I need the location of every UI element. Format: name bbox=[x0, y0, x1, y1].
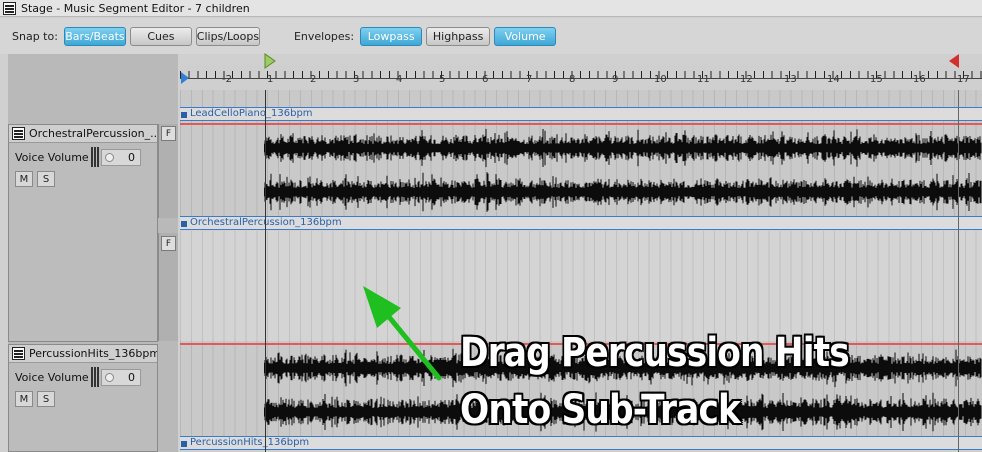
voice-volume-field[interactable]: 0 bbox=[101, 368, 141, 386]
snap-cues-button[interactable]: Cues bbox=[129, 26, 192, 46]
window-titlebar: Stage - Music Segment Editor - 7 childre… bbox=[0, 0, 982, 17]
snap-bars-beats-button[interactable]: Bars/Beats bbox=[63, 26, 126, 46]
loop-end-flag-icon[interactable] bbox=[949, 54, 959, 68]
arrow-shaft bbox=[382, 309, 442, 381]
voice-volume-label: Voice Volume bbox=[15, 370, 89, 384]
waveform-orchestral-percussion bbox=[264, 128, 982, 212]
track-name[interactable]: PercussionHits_136bpm bbox=[29, 347, 157, 360]
volume-knob-icon[interactable] bbox=[105, 152, 114, 162]
track-name[interactable]: OrchestralPercussion_... bbox=[29, 127, 157, 140]
volume-knob-icon[interactable] bbox=[105, 372, 114, 382]
volume-grip-icon[interactable] bbox=[91, 147, 99, 167]
annotation-arrow-icon bbox=[363, 286, 442, 381]
loop-start-line bbox=[265, 90, 266, 452]
voice-volume-value: 0 bbox=[128, 150, 135, 164]
voice-volume-field[interactable]: 0 bbox=[101, 148, 141, 166]
ruler-markers bbox=[181, 53, 959, 84]
app-icon bbox=[3, 1, 16, 15]
voice-volume-value: 0 bbox=[128, 370, 135, 384]
lane-subtrack-empty[interactable] bbox=[180, 231, 982, 341]
solo-button[interactable]: S bbox=[37, 171, 55, 187]
region-handle-icon[interactable] bbox=[181, 112, 187, 118]
solo-button[interactable]: S bbox=[37, 391, 55, 407]
subtrack-filter-button[interactable]: F bbox=[161, 236, 176, 251]
window-title: Stage - Music Segment Editor - 7 childre… bbox=[21, 1, 250, 15]
start-marker-icon[interactable] bbox=[181, 72, 189, 84]
track-filter-button[interactable]: F bbox=[161, 126, 176, 141]
envelope-lowpass-button[interactable]: Lowpass bbox=[360, 26, 423, 46]
annotation-line-1: Drag Percussion Hits bbox=[460, 330, 850, 376]
waveform-channel bbox=[264, 128, 982, 168]
track-icon bbox=[12, 347, 25, 360]
annotation-line-2: Onto Sub-Track bbox=[460, 387, 741, 433]
volume-grip-icon[interactable] bbox=[91, 367, 99, 387]
envelopes-label: Envelopes: bbox=[293, 29, 355, 43]
voice-volume-row: Voice Volume 0 bbox=[15, 367, 141, 387]
region-label: LeadCelloPiano_136bpm bbox=[190, 108, 313, 119]
snap-label: Snap to: bbox=[12, 29, 58, 43]
track-icon bbox=[12, 127, 25, 140]
envelope-highpass-button[interactable]: Highpass bbox=[426, 26, 491, 46]
voice-volume-label: Voice Volume bbox=[15, 150, 89, 164]
region-lead-cello[interactable]: LeadCelloPiano_136bpm bbox=[180, 107, 982, 121]
region-handle-icon[interactable] bbox=[181, 441, 187, 447]
snap-clips-loops-button[interactable]: Clips/Loops bbox=[195, 26, 260, 46]
track-header-orchestral-percussion[interactable]: OrchestralPercussion_... Voice Volume 0 … bbox=[8, 124, 158, 342]
loop-start-flag-icon[interactable] bbox=[264, 53, 276, 69]
voice-volume-row: Voice Volume 0 bbox=[15, 147, 141, 167]
region-label: PercussionHits_136bpm bbox=[190, 437, 310, 448]
lane-lead-cello[interactable] bbox=[180, 90, 982, 107]
envelope-volume-button[interactable]: Volume bbox=[494, 26, 557, 46]
region-percussion-hits[interactable]: PercussionHits_136bpm bbox=[180, 436, 982, 450]
track-header-percussion-hits[interactable]: PercussionHits_136bpm Voice Volume 0 M S bbox=[8, 344, 158, 452]
mute-button[interactable]: M bbox=[15, 391, 33, 407]
waveform-channel bbox=[264, 172, 982, 212]
track-title-row: PercussionHits_136bpm bbox=[9, 345, 157, 363]
mute-button[interactable]: M bbox=[15, 171, 33, 187]
toolbar: Snap to: Bars/Beats Cues Clips/Loops Env… bbox=[0, 18, 982, 54]
loop-end-line bbox=[958, 90, 959, 452]
region-handle-icon[interactable] bbox=[181, 221, 187, 227]
track-title-row: OrchestralPercussion_... bbox=[9, 125, 157, 143]
region-orchestral-percussion[interactable]: OrchestralPercussion_136bpm bbox=[180, 216, 982, 230]
volume-envelope-line[interactable] bbox=[180, 123, 982, 125]
